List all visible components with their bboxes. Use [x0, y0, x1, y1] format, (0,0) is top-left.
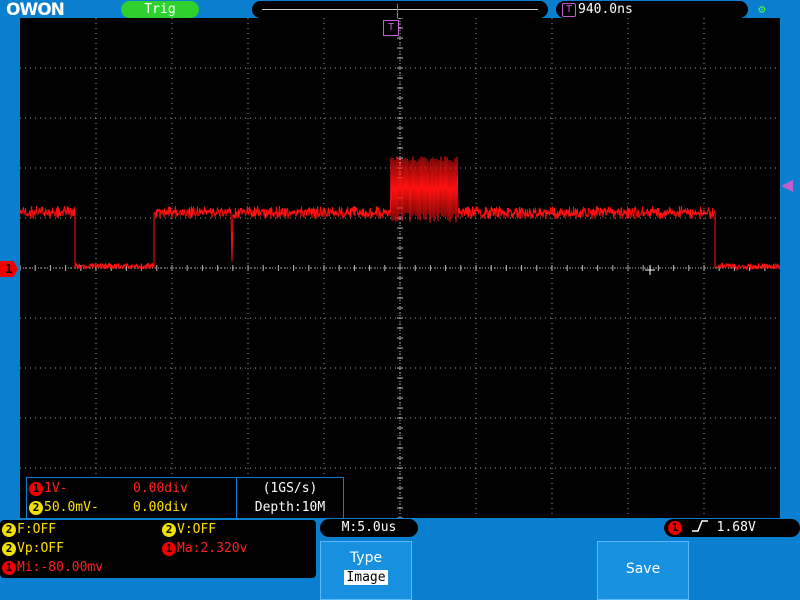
measure-min: 1 Mi:-80.00mv [2, 559, 103, 577]
type-value: Image [344, 570, 388, 585]
ch2-scale-row: 2 50.0mV- 0.00div [29, 499, 188, 517]
trigger-time-readout: T 940.0ns [556, 1, 748, 18]
ch2-badge: 2 [2, 542, 16, 556]
trigger-position-icon: T [383, 20, 399, 36]
top-status-bar: OWON Trig T 940.0ns ⚙ [0, 0, 800, 20]
measure-max: 1 Ma:2.320v [162, 540, 247, 558]
trigger-level-readout: 1 1.68V [664, 519, 800, 537]
measure-voltage-text: V:OFF [177, 522, 217, 537]
acquisition-info: (1GS/s) Depth:10M [237, 478, 343, 518]
measure-voltage: 2 V:OFF [162, 521, 216, 539]
type-menu-button[interactable]: Type Image [320, 541, 412, 600]
ch1-scale-row: 1 1V- 0.00div [29, 480, 188, 498]
trigger-level-marker[interactable] [781, 180, 793, 192]
ch1-scale: 1V- [44, 481, 68, 496]
rising-edge-icon [691, 520, 708, 532]
trigger-level-value: 1.68V [716, 520, 756, 535]
usb-icon: ⚙ [758, 2, 766, 16]
channel-scales: 1 1V- 0.00div 2 50.0mV- 0.00div [27, 478, 237, 518]
save-label: Save [625, 561, 661, 577]
graticule [20, 18, 780, 518]
measure-max-text: Ma:2.320v [177, 541, 248, 556]
measure-vpp: 2 Vp:OFF [2, 540, 64, 558]
ch2-badge: 2 [29, 501, 43, 515]
horizontal-position-bar [252, 1, 548, 18]
save-button[interactable]: Save [597, 541, 689, 600]
ch1-badge: 1 [2, 561, 16, 575]
measure-min-text: Mi:-80.00mv [17, 560, 104, 575]
ch1-badge: 1 [29, 482, 43, 496]
ch1-badge: 1 [162, 542, 176, 556]
type-label: Type [349, 550, 383, 566]
ch1-badge: 1 [668, 521, 682, 535]
channel-info-box: 1 1V- 0.00div 2 50.0mV- 0.00div (1GS/s) Dept… [26, 477, 344, 519]
ch2-offset: 0.00div [133, 500, 188, 515]
ch2-scale: 50.0mV- [44, 500, 99, 515]
measurement-panel: 2 F:OFF 2 V:OFF 2 Vp:OFF 1 Ma:2.320v 1 Mi:-80… [0, 520, 316, 578]
trigger-position-marker [397, 4, 398, 18]
waveform-display[interactable] [20, 18, 780, 518]
timebase-readout: M:5.0us [320, 519, 418, 537]
measure-frequency-text: F:OFF [17, 522, 57, 537]
measure-frequency: 2 F:OFF [2, 521, 56, 539]
position-track [262, 9, 538, 10]
trigger-status-badge: Trig [121, 1, 199, 18]
ch2-badge: 2 [162, 523, 176, 537]
memory-depth: Depth:10M [254, 500, 326, 515]
measure-vpp-text: Vp:OFF [17, 541, 64, 556]
brand-logo: OWON [6, 0, 65, 20]
trigger-time-value: 940.0ns [578, 2, 633, 17]
ch2-badge: 2 [2, 523, 16, 537]
ch1-ground-marker[interactable]: 1 [0, 261, 18, 277]
trigger-icon: T [562, 3, 576, 17]
ch1-offset: 0.00div [133, 481, 188, 496]
sample-rate: (1GS/s) [262, 481, 318, 496]
